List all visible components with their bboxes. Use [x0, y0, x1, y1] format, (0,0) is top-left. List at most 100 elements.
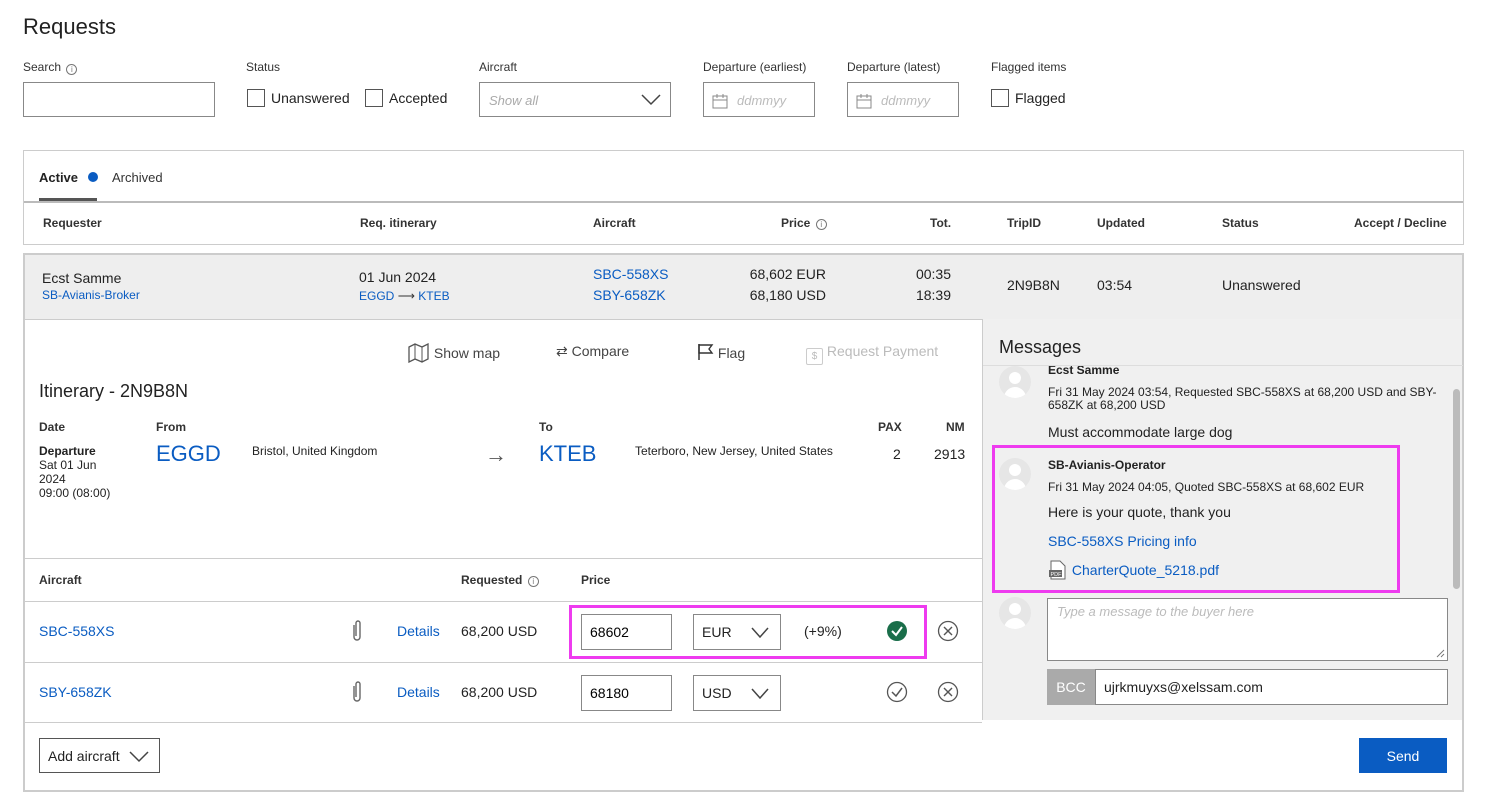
- price-input[interactable]: [581, 614, 672, 650]
- itin-from-header: From: [156, 420, 186, 434]
- message-sender: Ecst Samme: [1048, 366, 1120, 377]
- compose-placeholder: Type a message to the buyer here: [1057, 604, 1255, 619]
- route-from: EGGD: [359, 289, 395, 303]
- add-aircraft-label: Add aircraft: [48, 748, 120, 764]
- itin-date-header: Date: [39, 420, 66, 434]
- broker-link[interactable]: SB-Avianis-Broker: [42, 288, 140, 302]
- col-aircraft[interactable]: Aircraft: [593, 216, 636, 230]
- details-link[interactable]: Details: [397, 623, 440, 639]
- col-itinerary[interactable]: Req. itinerary: [360, 216, 437, 230]
- col-tot[interactable]: Tot.: [930, 216, 951, 230]
- currency-select[interactable]: EUR: [693, 614, 781, 650]
- dep-latest-label: Departure (latest): [847, 60, 941, 74]
- header-divider: [24, 201, 1463, 203]
- decline-x-icon[interactable]: [937, 620, 959, 642]
- chevron-down-icon: [751, 627, 769, 639]
- details-link[interactable]: Details: [397, 684, 440, 700]
- aircraft-row: SBY-658ZK Details 68,200 USD USD: [25, 663, 982, 723]
- dep-earliest-input[interactable]: ddmmyy: [703, 82, 815, 117]
- from-airport-code[interactable]: EGGD: [156, 441, 221, 467]
- nm-distance: 2913: [934, 446, 966, 462]
- paperclip-icon[interactable]: [350, 619, 364, 643]
- aircraft-reg-link[interactable]: SBC-558XS: [39, 623, 114, 639]
- add-aircraft-select[interactable]: Add aircraft: [39, 738, 160, 773]
- payment-icon: $: [806, 348, 823, 365]
- resize-handle-icon[interactable]: [1435, 648, 1445, 658]
- unanswered-label: Unanswered: [271, 90, 350, 106]
- divider: [25, 558, 982, 559]
- flagged-checkbox[interactable]: [991, 89, 1009, 107]
- tot-1: 00:35: [915, 266, 951, 282]
- status-text: Unanswered: [1222, 277, 1301, 293]
- info-icon: i: [66, 64, 78, 75]
- message-text: Must accommodate large dog: [1048, 424, 1233, 440]
- show-map-button[interactable]: Show map: [408, 342, 501, 364]
- scrollbar-thumb[interactable]: [1453, 389, 1460, 589]
- accept-check-icon[interactable]: [886, 681, 908, 703]
- pax-count: 2: [893, 446, 901, 462]
- message-compose-input[interactable]: Type a message to the buyer here: [1047, 598, 1448, 661]
- currency-value: USD: [702, 685, 732, 701]
- paperclip-icon[interactable]: [350, 680, 364, 704]
- accept-check-icon[interactable]: [886, 620, 908, 642]
- requester-name: Ecst Samme: [42, 270, 122, 286]
- itinerary-route: EGGD ⟶ KTEB: [359, 289, 450, 303]
- col-tripid[interactable]: TripID: [1007, 216, 1041, 230]
- aircraft-link-1[interactable]: SBC-558XS: [593, 266, 668, 282]
- tab-archived[interactable]: Archived: [112, 170, 163, 185]
- show-map-label: Show map: [433, 345, 501, 361]
- col-updated[interactable]: Updated: [1097, 216, 1145, 230]
- ac-requested-label: Requested: [461, 573, 523, 587]
- currency-select[interactable]: USD: [693, 675, 781, 711]
- aircraft-select[interactable]: Show all: [479, 82, 671, 117]
- aircraft-link-2[interactable]: SBY-658ZK: [593, 287, 666, 303]
- updated-time: 03:54: [1097, 277, 1133, 293]
- tab-active[interactable]: Active: [39, 170, 98, 185]
- ac-requested-header: Requested i: [461, 573, 539, 587]
- dep-latest-input[interactable]: ddmmyy: [847, 82, 959, 117]
- accepted-checkbox[interactable]: [365, 89, 383, 107]
- price-input[interactable]: [581, 675, 672, 711]
- itin-pax-header: PAX: [878, 420, 902, 434]
- bcc-email-value: ujrkmuyxs@xelssam.com: [1104, 679, 1263, 695]
- price-diff: (+9%): [804, 623, 842, 639]
- itinerary-date: 01 Jun 2024: [359, 269, 437, 285]
- aircraft-filter-label: Aircraft: [479, 60, 518, 74]
- decline-x-icon[interactable]: [937, 681, 959, 703]
- compare-button[interactable]: ⇄ Compare: [556, 343, 629, 360]
- ac-aircraft-header: Aircraft: [39, 573, 82, 587]
- price-2: 68,180 USD: [749, 287, 826, 303]
- col-requester[interactable]: Requester: [43, 216, 102, 230]
- arrow-right-icon: ⟶: [397, 289, 415, 303]
- bcc-label: BCC: [1047, 669, 1095, 705]
- map-icon: [408, 342, 429, 364]
- flagged-label: Flagged: [1015, 90, 1066, 106]
- to-airport-code[interactable]: KTEB: [539, 441, 596, 467]
- col-status[interactable]: Status: [1222, 216, 1259, 230]
- compare-arrows-icon: ⇄: [556, 343, 568, 359]
- send-button[interactable]: Send: [1359, 738, 1447, 773]
- chevron-down-icon: [641, 94, 661, 106]
- leg-time: 09:00 (08:00): [39, 486, 111, 500]
- active-dot: [87, 172, 98, 182]
- leg-date-2: 2024: [39, 472, 66, 486]
- message-meta: Fri 31 May 2024 03:54, Requested SBC-558…: [1048, 385, 1437, 412]
- flag-icon: [698, 344, 714, 360]
- trip-id: 2N9B8N: [1007, 277, 1060, 293]
- flag-button[interactable]: Flag: [696, 343, 745, 361]
- divider: [25, 722, 982, 723]
- unanswered-checkbox[interactable]: [247, 89, 265, 107]
- bcc-email-input[interactable]: ujrkmuyxs@xelssam.com: [1095, 669, 1448, 705]
- calendar-icon: [856, 94, 872, 109]
- status-label: Status: [246, 60, 281, 74]
- flag-label: Flag: [717, 345, 746, 361]
- chevron-down-icon: [751, 688, 769, 700]
- search-input[interactable]: [23, 82, 215, 117]
- request-payment-button[interactable]: $ Request Payment: [806, 343, 938, 365]
- price-1: 68,602 EUR: [749, 266, 826, 282]
- col-price[interactable]: Price i: [781, 216, 827, 230]
- search-label-text: Search: [23, 60, 62, 74]
- request-row[interactable]: Ecst Samme SB-Avianis-Broker 01 Jun 2024…: [25, 255, 1462, 319]
- calendar-icon: [712, 94, 728, 109]
- aircraft-reg-link[interactable]: SBY-658ZK: [39, 684, 112, 700]
